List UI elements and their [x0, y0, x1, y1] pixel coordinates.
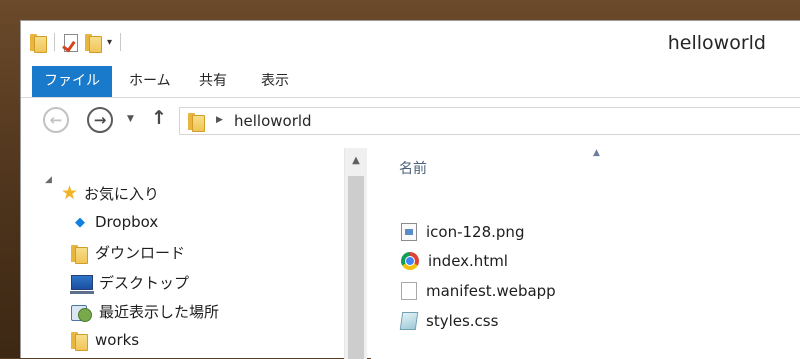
window-title: helloworld: [667, 32, 766, 54]
scroll-thumb[interactable]: [348, 176, 364, 359]
address-folder-icon: [188, 112, 205, 132]
chrome-icon: [401, 252, 419, 270]
file-item[interactable]: manifest.webapp: [401, 282, 556, 300]
address-path[interactable]: helloworld: [234, 112, 312, 130]
new-folder-icon[interactable]: [85, 33, 102, 53]
nav-item-label: デスクトップ: [99, 274, 190, 292]
nav-item-dropbox[interactable]: ◆ Dropbox: [71, 213, 158, 231]
navigation-bar: ← → ▼ ↑ ▶ helloworld: [21, 99, 800, 139]
tab-view[interactable]: 表示: [261, 66, 289, 97]
tab-home[interactable]: ホーム: [129, 66, 171, 97]
file-item[interactable]: icon-128.png: [401, 223, 524, 241]
download-folder-icon: [71, 244, 88, 264]
quick-access-toolbar: ▾: [30, 31, 123, 53]
tab-file[interactable]: ファイル: [32, 66, 112, 97]
address-bar[interactable]: ▶ helloworld: [179, 107, 800, 135]
file-name: manifest.webapp: [426, 282, 556, 300]
sort-ascending-icon: ▲: [593, 148, 600, 158]
css-file-icon: [399, 312, 419, 330]
file-name: styles.css: [426, 312, 499, 330]
scroll-up-icon[interactable]: ▲: [345, 148, 367, 172]
nav-item-favorites[interactable]: ★ お気に入り: [61, 182, 159, 204]
nav-item-label: お気に入り: [84, 184, 160, 203]
forward-button[interactable]: →: [87, 107, 113, 133]
file-name: index.html: [428, 252, 508, 270]
nav-item-downloads[interactable]: ダウンロード: [71, 242, 186, 264]
file-list-pane: ▲ 名前 icon-128.png index.html manifest.we…: [371, 148, 800, 359]
nav-item-label: works: [95, 331, 140, 349]
customize-toolbar-dropdown-icon[interactable]: ▾: [107, 37, 112, 48]
forward-arrow-icon: →: [93, 111, 107, 129]
file-item[interactable]: styles.css: [399, 312, 499, 330]
collapse-favorites-icon[interactable]: ◢: [45, 175, 52, 185]
window-folder-icon: [30, 33, 47, 53]
navigation-pane: ◢ ★ お気に入り ◆ Dropbox ダウンロード デスクトップ 最近表示した…: [21, 148, 371, 359]
back-button[interactable]: ←: [43, 107, 69, 133]
document-icon: [401, 282, 417, 300]
column-header-name[interactable]: 名前: [399, 158, 427, 178]
desktop-icon: [70, 275, 94, 294]
file-item[interactable]: index.html: [401, 252, 508, 270]
up-arrow-button[interactable]: ↑: [151, 107, 167, 129]
image-file-icon: [401, 223, 417, 241]
nav-pane-scrollbar[interactable]: ▲: [344, 148, 367, 359]
recent-locations-dropdown-icon[interactable]: ▼: [127, 114, 134, 124]
folder-icon: [71, 331, 88, 351]
nav-item-desktop[interactable]: デスクトップ: [70, 272, 190, 294]
ribbon-tabs: ファイル ホーム 共有 表示: [21, 66, 800, 98]
dropbox-icon: ◆: [75, 214, 85, 230]
back-arrow-icon: ←: [49, 111, 63, 129]
recent-places-icon: [71, 302, 93, 322]
explorer-window: ▾ helloworld ファイル ホーム 共有 表示 ← → ▼ ↑ ▶ he…: [20, 20, 800, 359]
nav-item-works[interactable]: works: [71, 331, 140, 351]
star-icon: ★: [61, 182, 79, 204]
breadcrumb-chevron-icon[interactable]: ▶: [216, 115, 223, 125]
toolbar-separator: [54, 33, 55, 51]
file-name: icon-128.png: [426, 223, 525, 241]
nav-item-label: Dropbox: [95, 213, 159, 231]
nav-item-recent-places[interactable]: 最近表示した場所: [71, 301, 219, 322]
title-bar: ▾ helloworld: [21, 21, 800, 66]
tab-share[interactable]: 共有: [199, 66, 227, 97]
toolbar-separator: [120, 33, 122, 51]
nav-item-label: 最近表示した場所: [99, 303, 220, 321]
nav-item-label: ダウンロード: [95, 244, 186, 262]
properties-icon[interactable]: [62, 33, 79, 53]
